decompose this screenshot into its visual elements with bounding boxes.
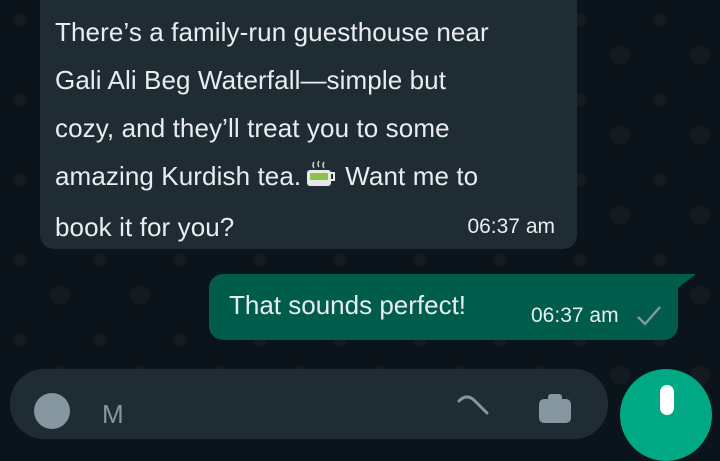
message-input[interactable]: M	[102, 399, 124, 430]
outgoing-message-bubble[interactable]: That sounds perfect! 06:37 am	[209, 274, 696, 340]
tea-emoji-icon	[305, 155, 337, 203]
outgoing-message-time: 06:37 am	[531, 304, 619, 327]
emoji-icon[interactable]	[32, 391, 72, 436]
attach-icon[interactable]	[455, 393, 495, 428]
sent-check-icon	[636, 305, 662, 332]
message-composer[interactable]: M	[10, 369, 608, 439]
outgoing-message-text: That sounds perfect!	[229, 290, 467, 320]
voice-record-button[interactable]	[620, 369, 712, 461]
bubble-tail	[678, 274, 696, 288]
incoming-message-time: 06:37 am	[467, 215, 555, 238]
incoming-message-bubble[interactable]: There’s a family-run guesthouse near Gal…	[40, 0, 577, 249]
mic-icon	[658, 385, 676, 420]
camera-icon[interactable]	[535, 393, 575, 428]
